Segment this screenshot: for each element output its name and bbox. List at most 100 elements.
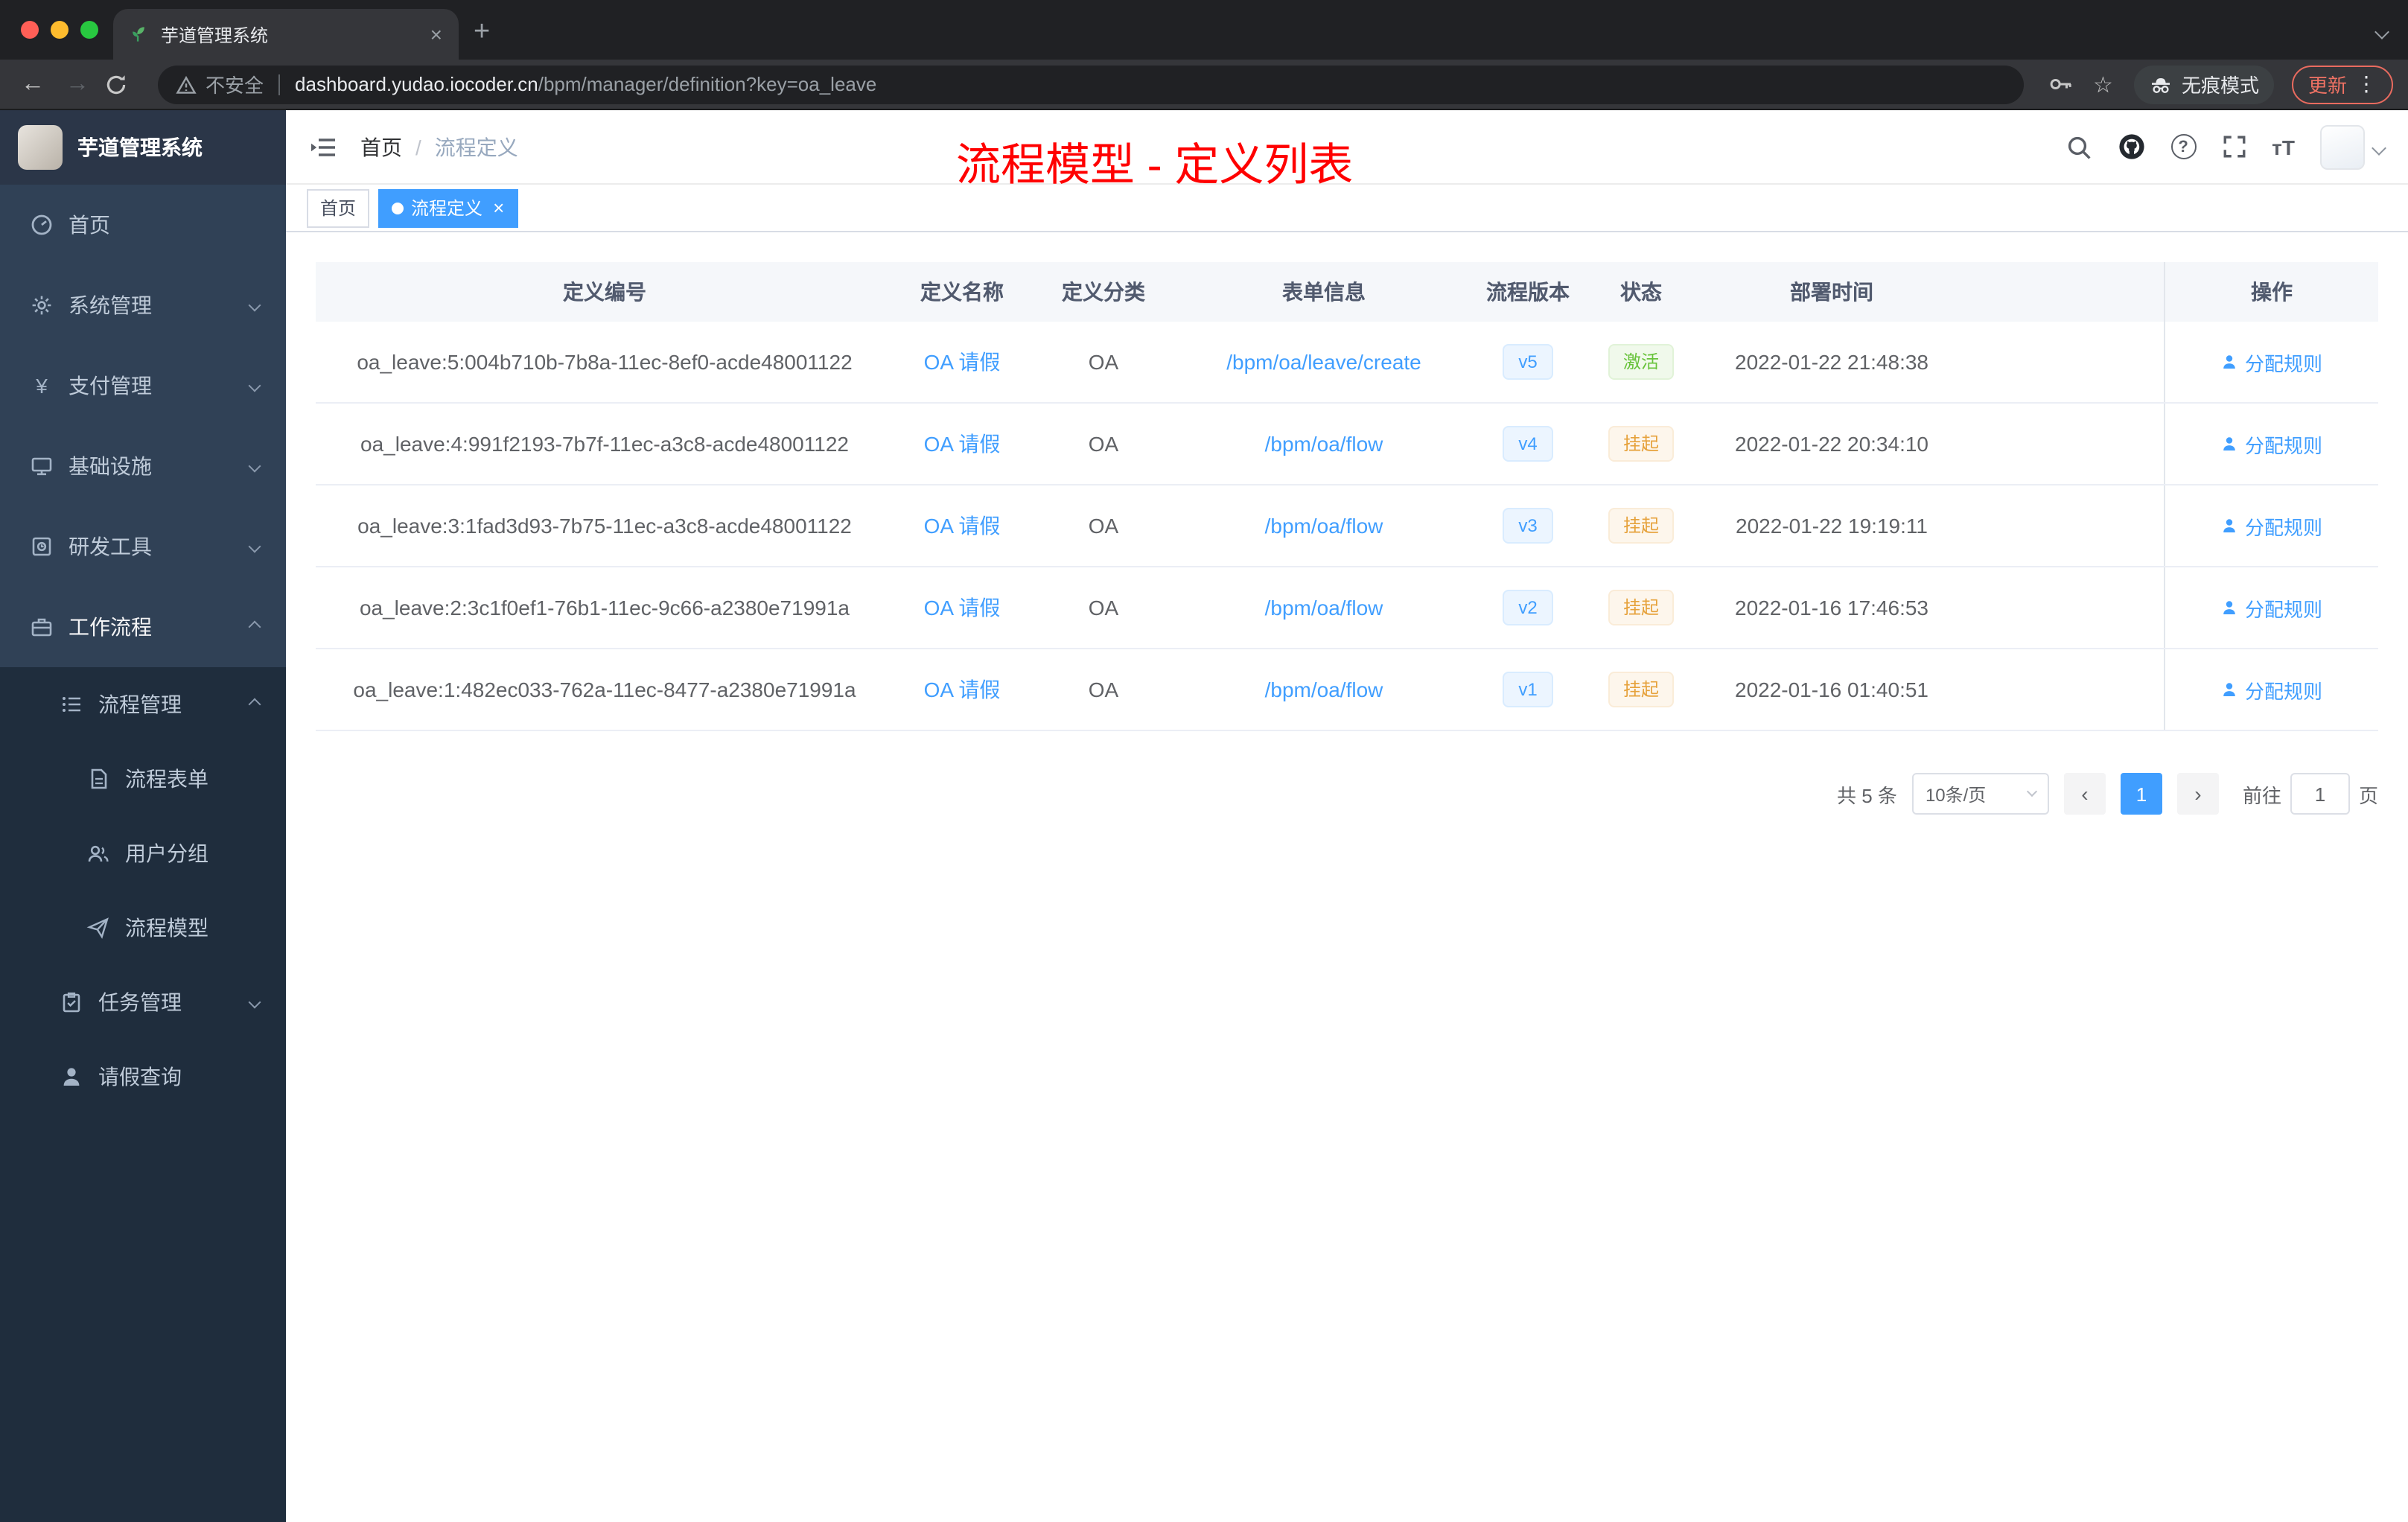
url-host: dashboard.yudao.iocoder.cn — [295, 73, 538, 95]
goto-suffix: 页 — [2358, 784, 2378, 806]
form-link[interactable]: /bpm/oa/leave/create — [1226, 350, 1421, 374]
chevron-up-icon — [248, 620, 261, 634]
font-size-icon[interactable]: тT — [2272, 135, 2295, 159]
update-label: 更新 — [2307, 74, 2347, 97]
browser-menu-button[interactable]: 更新 ⋮ — [2291, 65, 2393, 104]
assign-rule-button[interactable]: 分配规则 — [2221, 430, 2322, 458]
column-header: 流程版本 — [1486, 280, 1570, 304]
definition-name-link[interactable]: OA 请假 — [924, 678, 1001, 701]
sidebar-item-process-models[interactable]: 流程模型 — [0, 891, 286, 965]
definition-id: oa_leave:1:482ec033-762a-11ec-8477-a2380… — [353, 678, 856, 701]
fullscreen-icon[interactable] — [2221, 134, 2246, 159]
version-tag: v3 — [1503, 508, 1553, 544]
sidebar-item-leave-query[interactable]: 请假查询 — [0, 1039, 286, 1114]
sidebar-item-home[interactable]: 首页 — [0, 185, 286, 265]
definition-category: OA — [1088, 514, 1119, 538]
form-link[interactable]: /bpm/oa/flow — [1265, 432, 1383, 456]
table-row: oa_leave:4:991f2193-7b7f-11ec-a3c8-acde4… — [316, 404, 2378, 485]
sidebar-item-user-groups[interactable]: 用户分组 — [0, 816, 286, 891]
sidebar-item-label: 研发工具 — [69, 535, 152, 558]
table-row: oa_leave:3:1fad3d93-7b75-11ec-a3c8-acde4… — [316, 485, 2378, 567]
browser-tab[interactable]: 芋道管理系统 × — [113, 9, 459, 60]
sidebar-logo[interactable]: 芋道管理系统 — [0, 110, 286, 185]
assign-rule-button[interactable]: 分配规则 — [2221, 593, 2322, 622]
chevron-down-icon — [2026, 786, 2038, 797]
incognito-label: 无痕模式 — [2181, 74, 2259, 97]
user-menu[interactable] — [2320, 124, 2386, 169]
table-header: 定义编号 定义名称 定义分类 表单信息 流程版本 状态 部署时间 操作 — [316, 262, 2378, 322]
definition-name-link[interactable]: OA 请假 — [924, 514, 1001, 538]
status-badge: 挂起 — [1608, 508, 1674, 544]
user-icon — [2224, 683, 2236, 696]
next-page-button[interactable]: › — [2176, 773, 2219, 815]
definition-name-link[interactable]: OA 请假 — [924, 350, 1001, 374]
sidebar-item-infrastructure[interactable]: 基础设施 — [0, 426, 286, 506]
clipboard-icon — [63, 992, 80, 1013]
sidebar-item-label: 请假查询 — [98, 1065, 182, 1089]
form-link[interactable]: /bpm/oa/flow — [1265, 596, 1383, 620]
password-key-icon[interactable] — [2041, 71, 2078, 97]
deploy-time: 2022-01-22 20:34:10 — [1735, 432, 1928, 456]
address-bar[interactable]: 不安全 dashboard.yudao.iocoder.cn /bpm/mana… — [158, 65, 2024, 104]
sidebar-item-task-management[interactable]: 任务管理 — [0, 965, 286, 1039]
tab-search-icon[interactable] — [2374, 18, 2389, 45]
goto-prefix: 前往 — [2242, 784, 2281, 806]
page-size-select[interactable]: 10条/页 — [1911, 773, 2049, 815]
tag-label: 首页 — [320, 198, 357, 219]
sidebar-item-payment[interactable]: ¥ 支付管理 — [0, 346, 286, 426]
github-icon[interactable] — [2117, 133, 2145, 161]
sidebar-item-label: 流程表单 — [125, 767, 208, 791]
tab-close-icon[interactable]: × — [426, 24, 447, 45]
caret-down-icon — [2372, 133, 2386, 160]
main-area: 流程模型 - 定义列表 首页 / 流程定义 ? тT 首页 流程定义 × 定义编… — [286, 110, 2408, 1522]
definition-name-link[interactable]: OA 请假 — [924, 432, 1001, 456]
tag-process-definition[interactable]: 流程定义 × — [378, 188, 518, 227]
sidebar-item-label: 工作流程 — [69, 615, 152, 639]
bookmark-star-icon[interactable]: ☆ — [2087, 71, 2119, 98]
back-icon[interactable]: ← — [15, 71, 51, 98]
assign-rule-button[interactable]: 分配规则 — [2221, 512, 2322, 540]
page-number-button[interactable]: 1 — [2120, 773, 2162, 815]
person-icon — [63, 1068, 80, 1086]
browser-tabstrip: 芋道管理系统 × + — [0, 0, 2408, 60]
reload-icon[interactable] — [104, 72, 140, 96]
assign-rule-button[interactable]: 分配规则 — [2221, 675, 2322, 704]
sidebar-item-workflow[interactable]: 工作流程 — [0, 587, 286, 667]
table-row: oa_leave:5:004b710b-7b8a-11ec-8ef0-acde4… — [316, 322, 2378, 404]
definition-id: oa_leave:3:1fad3d93-7b75-11ec-a3c8-acde4… — [357, 514, 852, 538]
minimize-window-button[interactable] — [51, 21, 69, 39]
forward-icon[interactable]: → — [60, 71, 95, 98]
chevron-down-icon — [248, 540, 261, 553]
server-icon — [31, 457, 52, 476]
chevron-up-icon — [248, 698, 261, 711]
tag-home[interactable]: 首页 — [307, 188, 370, 227]
warning-icon — [176, 74, 197, 93]
form-link[interactable]: /bpm/oa/flow — [1265, 678, 1383, 701]
tag-close-icon[interactable]: × — [493, 197, 504, 217]
sidebar-item-process-management[interactable]: 流程管理 — [0, 667, 286, 742]
sidebar-item-devtools[interactable]: 研发工具 — [0, 506, 286, 587]
new-tab-button[interactable]: + — [474, 16, 490, 49]
close-window-button[interactable] — [21, 21, 39, 39]
omnibox-divider — [278, 74, 281, 95]
page-size-value: 10条/页 — [1925, 784, 1987, 805]
status-badge: 挂起 — [1608, 672, 1674, 707]
breadcrumb-current: 流程定义 — [434, 135, 518, 159]
deploy-time: 2022-01-16 01:40:51 — [1735, 678, 1928, 701]
assign-rule-button[interactable]: 分配规则 — [2221, 348, 2322, 376]
goto-page-input[interactable] — [2290, 773, 2350, 815]
sidebar-item-process-forms[interactable]: 流程表单 — [0, 742, 286, 816]
breadcrumb-home[interactable]: 首页 — [360, 132, 402, 162]
search-icon[interactable] — [2065, 133, 2092, 160]
form-link[interactable]: /bpm/oa/flow — [1265, 514, 1383, 538]
dashboard-icon — [31, 214, 52, 235]
definition-name-link[interactable]: OA 请假 — [924, 596, 1001, 620]
prev-page-button[interactable]: ‹ — [2063, 773, 2106, 815]
sidebar-submenu: 流程管理 流程表单 用户分组 流程模型 任务管理 请假查询 — [0, 667, 286, 1522]
help-icon[interactable]: ? — [2170, 134, 2197, 159]
sidebar-toggle-icon[interactable] — [310, 135, 337, 159]
deploy-time: 2022-01-22 21:48:38 — [1735, 350, 1928, 374]
sidebar-item-system[interactable]: 系统管理 — [0, 265, 286, 346]
zoom-window-button[interactable] — [80, 21, 98, 39]
definition-category: OA — [1088, 596, 1119, 620]
